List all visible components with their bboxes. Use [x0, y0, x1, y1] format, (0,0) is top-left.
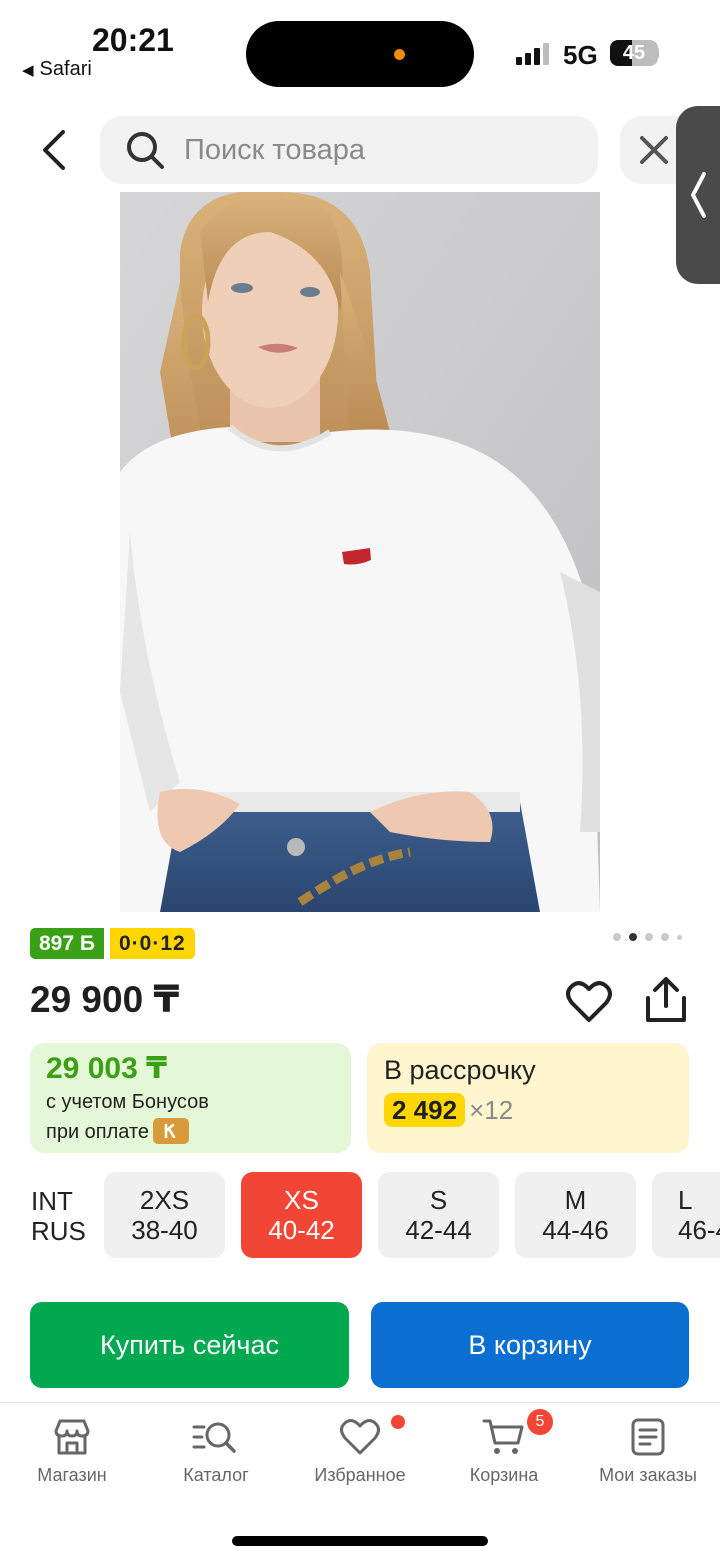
- pager-dot: [677, 934, 682, 940]
- product-photo-illustration: [120, 192, 600, 912]
- status-time: 20:21: [92, 22, 174, 58]
- product-price: 29 900 ₸: [30, 979, 180, 1020]
- chevron-left-icon: [691, 172, 706, 218]
- installment-months: ×12: [469, 1095, 514, 1125]
- size-int: L: [678, 1185, 693, 1215]
- nav-label: Каталог: [183, 1465, 249, 1485]
- buy-now-button[interactable]: Купить сейчас: [30, 1302, 349, 1388]
- chevron-left-icon: [43, 130, 65, 170]
- size-system-label: INT RUS: [31, 1186, 86, 1246]
- bonus-price-amount: 29 003 ₸: [46, 1052, 167, 1085]
- size-int: M: [564, 1185, 587, 1215]
- catalog-icon: [192, 1422, 236, 1453]
- share-icon: [646, 977, 686, 1022]
- favorites-notification-dot: [391, 1415, 405, 1429]
- battery-level: 45: [622, 42, 646, 64]
- size-chip-2xs[interactable]: 2XS 38-40: [104, 1172, 225, 1258]
- nav-label: Корзина: [469, 1465, 539, 1485]
- back-button[interactable]: [30, 126, 78, 174]
- share-button[interactable]: [644, 976, 688, 1024]
- size-int: S: [429, 1185, 448, 1215]
- orders-icon: [631, 1418, 665, 1456]
- nav-item-favorites[interactable]: Избранное: [288, 1417, 432, 1486]
- kaspi-logo-icon: [153, 1117, 190, 1144]
- pager-dot: [645, 933, 653, 941]
- size-rus: 38-40: [131, 1215, 198, 1245]
- back-triangle-icon: ◀: [22, 62, 34, 79]
- bonus-price-card[interactable]: 29 003 ₸ с учетом Бонусов при оплате: [30, 1043, 351, 1153]
- nav-item-cart[interactable]: Корзина: [432, 1417, 576, 1486]
- back-app-label: Safari: [39, 58, 92, 80]
- close-icon: [640, 136, 668, 164]
- size-chip-m[interactable]: M 44-46: [515, 1172, 636, 1258]
- nav-item-catalog[interactable]: Каталог: [144, 1417, 288, 1486]
- cart-icon: [482, 1419, 524, 1454]
- battery-icon: 45: [610, 40, 658, 66]
- size-int: XS: [284, 1185, 319, 1215]
- size-rus: 40-42: [268, 1215, 335, 1245]
- size-int: 2XS: [139, 1185, 190, 1215]
- size-label-rus: RUS: [31, 1216, 86, 1246]
- status-bar: 20:21 ◀ Safari 5G 45: [0, 0, 720, 100]
- size-chip-xs[interactable]: XS 40-42: [241, 1172, 362, 1258]
- nav-label: Избранное: [314, 1465, 406, 1485]
- search-input[interactable]: [184, 133, 564, 167]
- size-chip-s[interactable]: S 42-44: [378, 1172, 499, 1258]
- heart-icon: [340, 1419, 380, 1455]
- privacy-indicator-dot: [394, 49, 405, 60]
- network-type: 5G: [563, 40, 598, 70]
- product-photo[interactable]: [120, 192, 600, 912]
- bonus-price-line1: с учетом Бонусов: [46, 1091, 209, 1113]
- back-to-safari[interactable]: ◀ Safari: [22, 58, 92, 81]
- side-panel-handle[interactable]: [676, 106, 720, 284]
- bonus-price-line2: при оплате: [46, 1121, 150, 1143]
- pager-dot: [629, 933, 637, 941]
- cellular-signal-icon: [516, 43, 552, 65]
- nav-item-orders[interactable]: Мои заказы: [576, 1417, 720, 1486]
- shop-icon: [54, 1419, 90, 1455]
- size-rus: 44-46: [542, 1215, 609, 1245]
- bonus-badge: 897 Б: [30, 928, 104, 959]
- dynamic-island: [246, 21, 474, 87]
- installment-badge: 0·0·12: [110, 928, 195, 959]
- image-pager: [613, 933, 682, 941]
- nav-label: Магазин: [37, 1465, 107, 1485]
- installment-card[interactable]: В рассрочку 2 492 ×12: [367, 1043, 689, 1153]
- battery-cap: [656, 48, 659, 58]
- installment-title: В рассрочку: [384, 1055, 536, 1085]
- size-chip-l[interactable]: L 46-48: [652, 1172, 720, 1258]
- favorite-button[interactable]: [566, 980, 612, 1024]
- nav-label: Мои заказы: [599, 1465, 697, 1485]
- size-rus: 46-48: [678, 1215, 720, 1245]
- pager-dot: [661, 933, 669, 941]
- pager-dot: [613, 933, 621, 941]
- home-indicator: [232, 1536, 488, 1546]
- nav-item-shop[interactable]: Магазин: [0, 1417, 144, 1486]
- search-box[interactable]: [100, 116, 598, 184]
- cart-count-badge: 5: [527, 1409, 553, 1435]
- size-label-int: INT: [31, 1186, 73, 1216]
- size-rus: 42-44: [405, 1215, 472, 1245]
- installment-monthly: 2 492: [384, 1093, 466, 1127]
- heart-icon: [566, 981, 612, 1022]
- search-icon: [127, 132, 164, 169]
- add-to-cart-button[interactable]: В корзину: [371, 1302, 689, 1388]
